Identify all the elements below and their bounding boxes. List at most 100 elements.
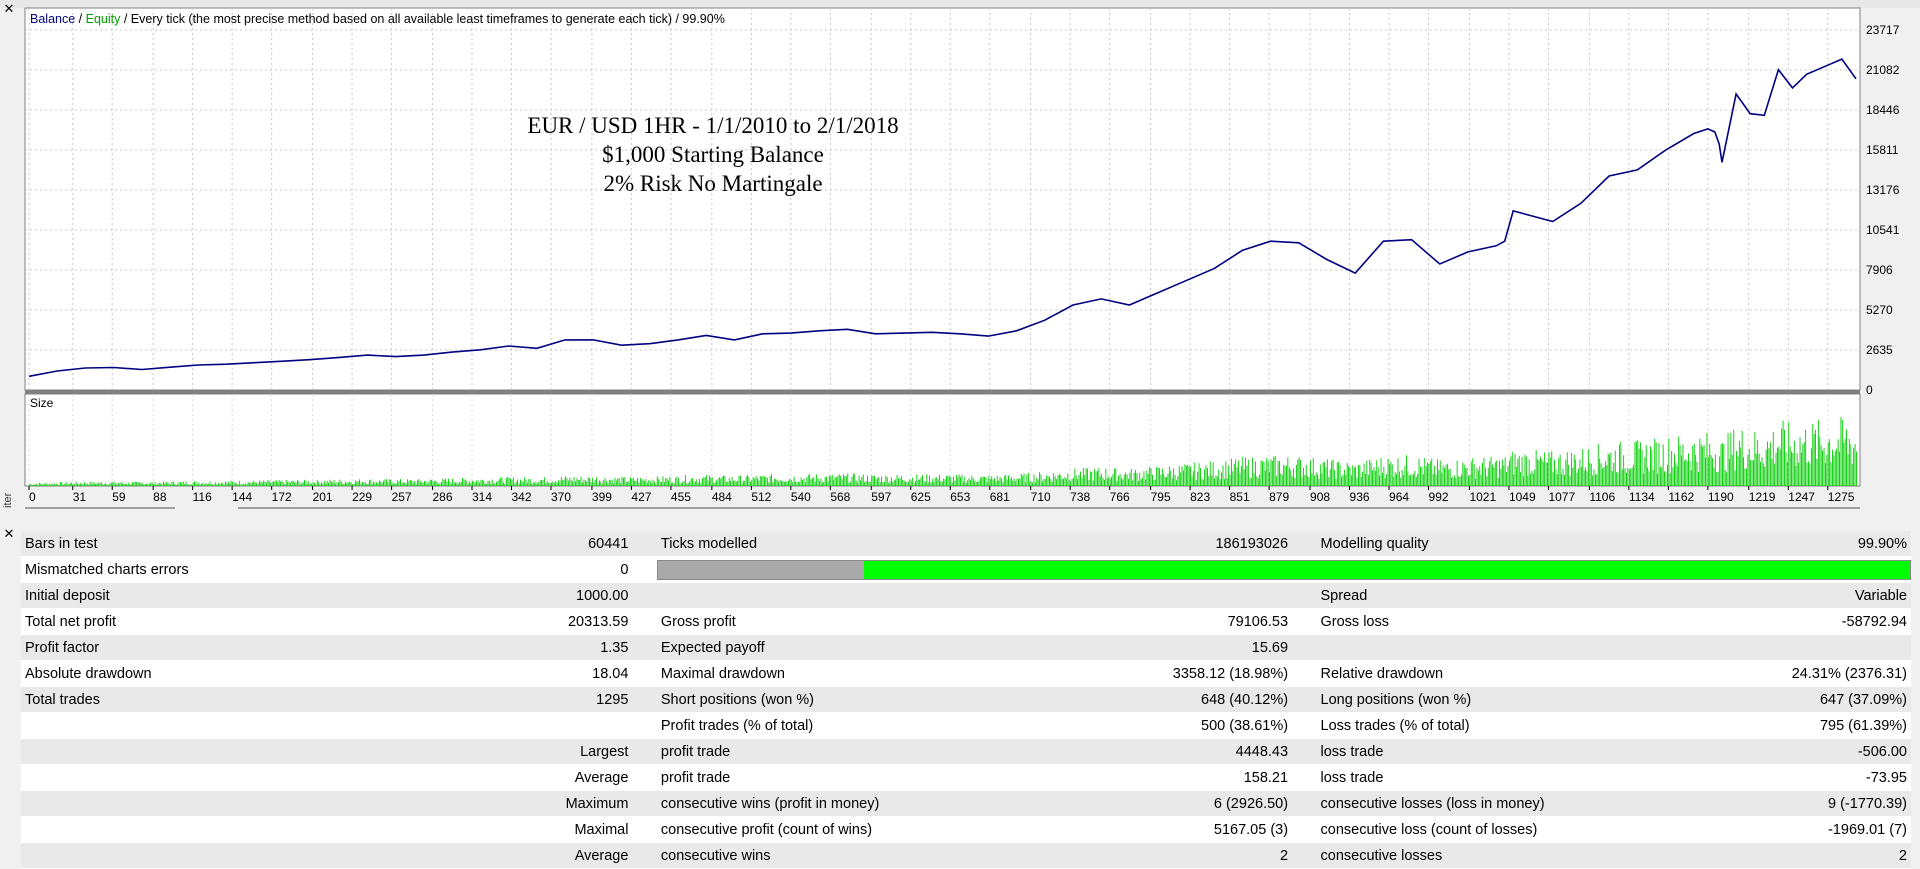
volume-bar <box>251 482 253 486</box>
volume-bar <box>1136 473 1138 486</box>
volume-bar <box>661 481 662 486</box>
volume-bar <box>560 477 562 486</box>
volume-bar <box>143 484 145 486</box>
volume-bar <box>195 481 197 486</box>
volume-bar <box>1602 468 1603 486</box>
volume-bar <box>270 482 272 486</box>
volume-bar <box>851 476 853 486</box>
volume-bar <box>855 480 857 486</box>
volume-bar <box>199 484 201 486</box>
volume-bar <box>1837 439 1839 486</box>
x-tick-label: 0 <box>29 490 36 504</box>
volume-bar <box>521 481 523 486</box>
volume-bar <box>1315 472 1317 486</box>
volume-bar <box>871 475 873 486</box>
volume-bar <box>565 476 566 486</box>
volume-bar <box>294 482 296 486</box>
volume-bar <box>198 482 200 486</box>
volume-bar <box>985 477 987 486</box>
volume-bar <box>1562 468 1564 486</box>
y-tick-label: 10541 <box>1866 223 1900 237</box>
volume-bar <box>593 482 595 486</box>
volume-bar <box>1112 474 1114 486</box>
stats-cell: consecutive loss (count of losses) <box>1316 816 1786 843</box>
volume-bar <box>733 480 734 486</box>
stats-cell: profit trade <box>656 738 1167 765</box>
volume-bar <box>1587 449 1589 486</box>
volume-bar <box>714 482 716 486</box>
volume-bar <box>1359 464 1361 486</box>
volume-bar <box>960 477 961 486</box>
volume-bar <box>1571 453 1572 486</box>
volume-bar <box>1286 465 1287 486</box>
volume-bar <box>194 481 195 486</box>
close-icon[interactable]: ✕ <box>2 527 16 541</box>
x-tick-label: 710 <box>1031 490 1051 504</box>
volume-bar <box>1417 474 1419 486</box>
volume-bar <box>919 479 921 486</box>
volume-bar <box>1669 473 1671 486</box>
volume-bar <box>1707 457 1709 486</box>
volume-bar <box>528 479 530 486</box>
annotation-line-3: 2% Risk No Martingale <box>603 171 822 196</box>
volume-bar <box>1564 475 1565 486</box>
stats-cell: Profit factor <box>21 634 500 661</box>
balance-chart[interactable]: 23717 21082 18446 15811 13176 10541 7906 5270 26… <box>0 0 1920 520</box>
volume-bar <box>507 476 509 486</box>
volume-bar <box>1453 475 1455 486</box>
volume-bar <box>189 484 191 486</box>
volume-bar <box>1156 467 1158 486</box>
volume-bar <box>1832 449 1833 486</box>
volume-bar <box>154 481 156 486</box>
volume-bar <box>1154 479 1156 486</box>
stats-cell: 99.90% <box>1785 531 1911 557</box>
volume-bar <box>498 479 500 486</box>
x-tick-label: 484 <box>712 490 732 504</box>
volume-bar <box>710 477 712 486</box>
volume-bar <box>167 482 169 486</box>
volume-bar <box>1303 467 1304 486</box>
volume-bar <box>655 483 657 486</box>
volume-bar <box>1719 456 1721 486</box>
volume-bar <box>995 481 997 486</box>
volume-bar <box>243 483 245 486</box>
volume-bar <box>676 476 678 486</box>
volume-bar <box>1348 466 1349 486</box>
stats-cell: Maximal drawdown <box>656 660 1167 687</box>
scrollbar-track-left[interactable] <box>25 507 175 509</box>
volume-bar <box>809 474 811 486</box>
close-icon[interactable]: ✕ <box>2 2 16 16</box>
volume-bar <box>1685 459 1687 486</box>
volume-bar <box>1530 473 1531 486</box>
volume-bar <box>999 476 1001 486</box>
volume-bar <box>834 476 836 486</box>
volume-bar <box>244 483 246 486</box>
volume-bar <box>621 476 623 486</box>
volume-bar <box>160 483 162 486</box>
volume-bar <box>1345 474 1347 486</box>
volume-bar <box>1181 466 1183 486</box>
volume-bar <box>1195 479 1197 486</box>
volume-bar <box>163 481 164 486</box>
volume-bar <box>1607 453 1609 486</box>
volume-bar <box>418 479 420 486</box>
volume-bar <box>854 473 856 486</box>
stats-cell: Gross loss <box>1316 608 1786 635</box>
volume-bar <box>909 479 911 486</box>
volume-bar <box>1424 458 1426 486</box>
x-tick-label: 597 <box>871 490 891 504</box>
volume-bar <box>1679 445 1681 486</box>
volume-bar <box>1063 478 1064 486</box>
volume-bar <box>170 484 171 486</box>
volume-bar <box>1130 468 1132 486</box>
volume-bar <box>696 479 698 486</box>
volume-bar <box>1092 480 1094 486</box>
volume-bar <box>800 477 802 486</box>
panel-separator[interactable] <box>25 390 1860 394</box>
side-tab-label[interactable]: iter <box>2 488 16 512</box>
volume-bar <box>1699 438 1701 486</box>
volume-bar <box>1074 468 1076 486</box>
scrollbar-track[interactable] <box>238 507 1860 509</box>
volume-bar <box>112 482 114 486</box>
volume-bar <box>826 476 827 486</box>
